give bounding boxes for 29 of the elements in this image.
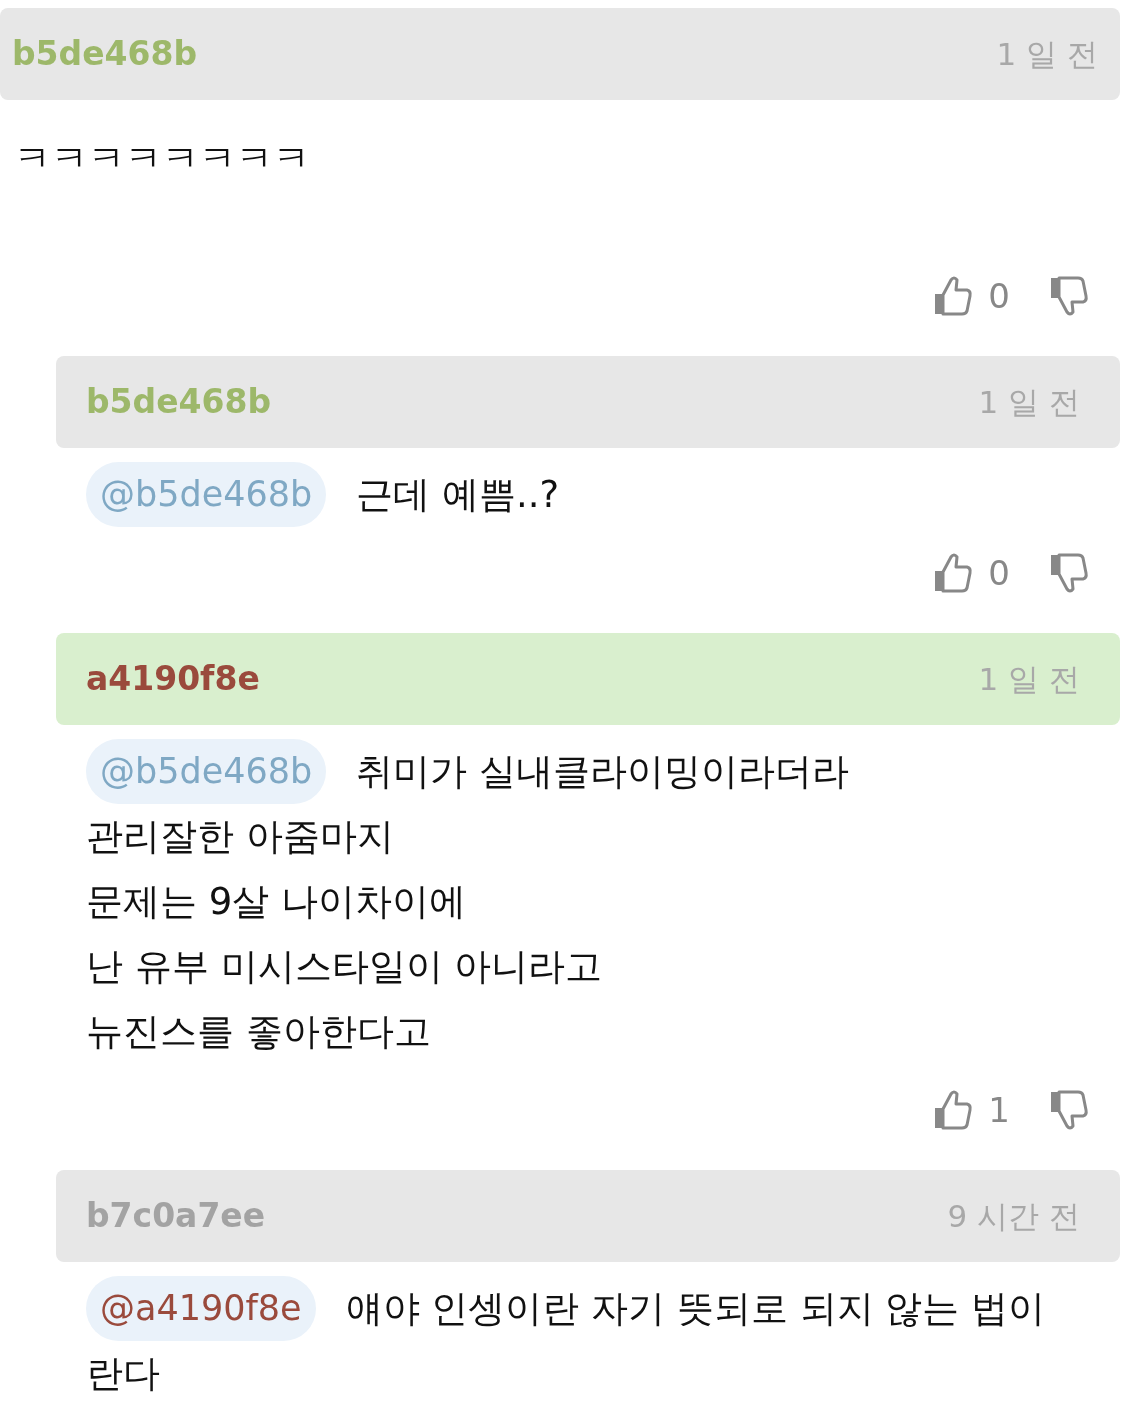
thumbs-down-icon[interactable] — [1048, 551, 1090, 595]
thumbs-down-icon[interactable] — [1048, 1088, 1090, 1132]
thumbs-up-icon[interactable] — [932, 274, 975, 318]
timestamp: 9 시간 전 — [947, 1196, 1081, 1236]
username[interactable]: b5de468b — [86, 377, 272, 427]
thumbs-up-icon[interactable] — [932, 1088, 975, 1132]
thumbs-up-icon[interactable] — [932, 551, 975, 595]
comment-text: 관리잘한 아줌마지 — [86, 813, 394, 860]
like-count: 0 — [988, 274, 1010, 318]
comment-text: 뉴진스를 좋아한다고 — [86, 1008, 431, 1055]
comment-text: ㅋㅋㅋㅋㅋㅋㅋㅋ — [14, 135, 310, 182]
mention-tag[interactable]: @b5de468b — [86, 462, 327, 527]
mention-tag[interactable]: @b5de468b — [86, 739, 327, 804]
username[interactable]: b7c0a7ee — [86, 1191, 266, 1241]
comment-text: 얘야 인셍이란 자기 뜻되로 되지 않는 법이 — [345, 1285, 1046, 1332]
timestamp: 1 일 전 — [996, 34, 1099, 74]
comment-text: 취미가 실내클라이밍이라더라 — [356, 748, 850, 795]
username[interactable]: b5de468b — [12, 29, 198, 79]
like-count: 0 — [988, 551, 1010, 595]
comment-text: 란다 — [86, 1350, 160, 1397]
mention-tag[interactable]: @a4190f8e — [86, 1276, 316, 1341]
comment-text: 난 유부 미시스타일이 아니라고 — [86, 943, 603, 990]
timestamp: 1 일 전 — [978, 659, 1081, 699]
comment-text: 문제는 9살 나이차이에 — [86, 878, 467, 925]
timestamp: 1 일 전 — [978, 382, 1081, 422]
thumbs-down-icon[interactable] — [1048, 274, 1090, 318]
username[interactable]: a4190f8e — [86, 654, 260, 704]
comment-text: 근데 예쁨..? — [356, 471, 560, 518]
like-count: 1 — [988, 1088, 1010, 1132]
